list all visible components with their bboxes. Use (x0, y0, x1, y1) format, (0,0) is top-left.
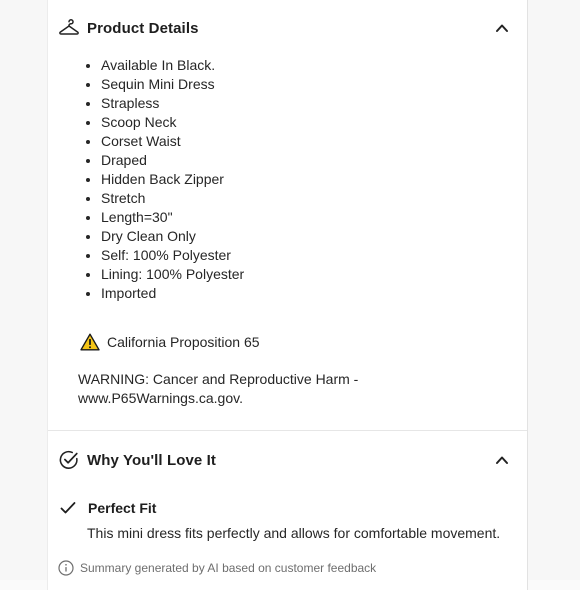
chevron-up-icon[interactable] (495, 453, 509, 467)
prop65-warning-text: WARNING: Cancer and Reproductive Harm - … (78, 371, 359, 406)
list-item: Length=30" (86, 208, 244, 227)
list-item: Stretch (86, 189, 244, 208)
warning-icon (80, 333, 100, 351)
list-item: Dry Clean Only (86, 227, 244, 246)
checkmark-icon (60, 502, 76, 514)
list-item: Available In Black. (86, 56, 244, 75)
list-item: Imported (86, 284, 244, 303)
chevron-up-icon[interactable] (495, 21, 509, 35)
list-item: Lining: 100% Polyester (86, 265, 244, 284)
feature-description: This mini dress fits perfectly and allow… (87, 525, 501, 541)
list-item: Corset Waist (86, 132, 244, 151)
list-item: Draped (86, 151, 244, 170)
list-item: Sequin Mini Dress (86, 75, 244, 94)
why-youll-love-it-title: Why You'll Love It (87, 451, 216, 469)
list-item: Hidden Back Zipper (86, 170, 244, 189)
list-item: Self: 100% Polyester (86, 246, 244, 265)
prop65-notice: California Proposition 65 (80, 331, 260, 353)
list-item: Scoop Neck (86, 113, 244, 132)
prop65-label: California Proposition 65 (107, 334, 260, 350)
product-details-list: Available In Black. Sequin Mini Dress St… (86, 56, 244, 303)
feature-title: Perfect Fit (88, 500, 157, 516)
product-info-panel: Product Details Available In Black. Sequ… (47, 0, 528, 590)
info-icon[interactable] (58, 560, 74, 576)
why-youll-love-it-header[interactable]: Why You'll Love It (48, 440, 527, 480)
feature-perfect-fit: Perfect Fit (60, 498, 156, 518)
ai-summary-note: Summary generated by AI based on custome… (58, 559, 376, 577)
page-background: Product Details Available In Black. Sequ… (0, 0, 580, 590)
product-details-header[interactable]: Product Details (48, 8, 527, 48)
hanger-icon (59, 19, 79, 35)
section-divider (48, 430, 527, 431)
check-circle-icon (59, 450, 78, 469)
product-details-title: Product Details (87, 19, 199, 37)
list-item: Strapless (86, 94, 244, 113)
ai-summary-text: Summary generated by AI based on custome… (80, 561, 377, 575)
